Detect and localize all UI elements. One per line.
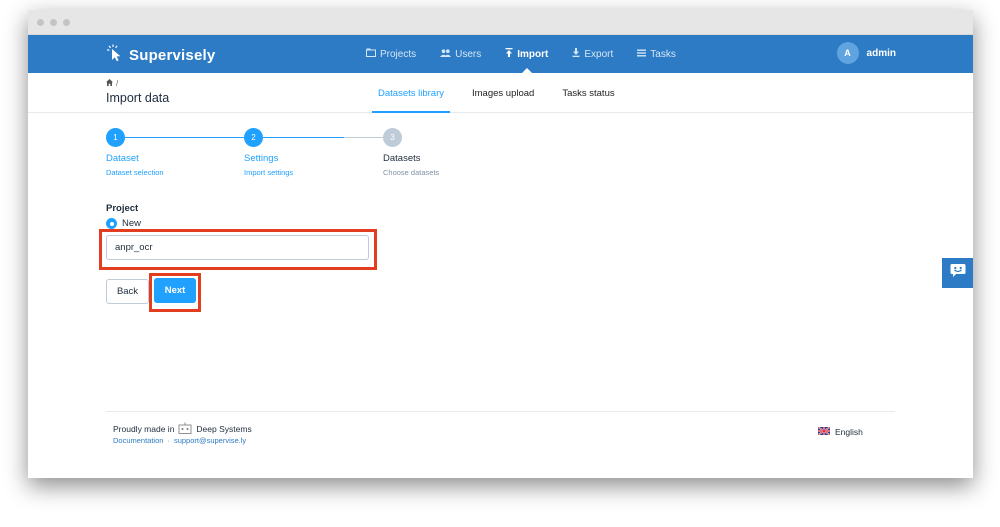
step-title: Dataset [106,153,139,164]
radio-button[interactable] [106,218,117,229]
cursor-logo-icon [106,44,124,67]
step-description: Choose datasets [383,168,440,177]
nav-item-tasks[interactable]: Tasks [637,35,676,73]
user-menu[interactable]: A admin [836,42,896,64]
step-dataset: 1 Dataset Dataset selection [106,128,164,177]
support-email-link[interactable]: support@supervise.ly [174,436,246,445]
next-button[interactable]: Next [154,278,196,303]
footer-divider [106,411,895,412]
window-minimize-dot[interactable] [50,19,57,26]
nav-item-import[interactable]: Import [505,35,548,73]
step-title: Datasets [383,153,421,164]
window-titlebar [28,10,973,35]
nav-label-export: Export [584,48,614,60]
main-nav: Projects Users Import Export Tasks [366,35,676,73]
made-in-text: Proudly made in [113,424,175,434]
export-icon [572,48,580,60]
window-close-dot[interactable] [37,19,44,26]
footer-made-in: Proudly made in Deep Systems [113,422,252,436]
nav-label-import: Import [517,48,549,60]
tab-images-upload[interactable]: Images upload [466,73,540,113]
nav-item-projects[interactable]: Projects [366,35,416,73]
step-number: 3 [383,128,402,147]
project-name-input[interactable] [106,235,369,260]
chat-support-button[interactable] [942,258,973,288]
nav-label-tasks: Tasks [650,48,676,60]
import-icon [505,48,513,60]
new-project-radio-option[interactable]: New [106,218,141,229]
step-number: 2 [244,128,263,147]
browser-window: Supervisely Projects Users Import Export… [28,10,973,478]
step-description: Dataset selection [106,168,164,177]
step-title: Settings [244,153,279,164]
nav-label-projects: Projects [380,48,417,60]
nav-item-users[interactable]: Users [440,35,481,73]
language-label[interactable]: English [835,427,863,437]
project-label: Project [106,203,139,214]
page-tabs: Datasets library Images upload Tasks sta… [372,73,637,113]
nav-label-users: Users [455,48,482,60]
footer-links: Documentation · support@supervise.ly [113,436,246,445]
nav-item-export[interactable]: Export [572,35,613,73]
window-maximize-dot[interactable] [63,19,70,26]
import-steps: 1 Dataset Dataset selection 2 Settings I… [106,128,466,188]
avatar[interactable]: A [836,42,859,64]
users-icon [440,48,452,60]
top-navbar: Supervisely Projects Users Import Export… [28,35,973,73]
tasks-icon [637,49,647,60]
breadcrumb: / [106,79,118,88]
chat-smile-icon [950,263,966,283]
step-number: 1 [106,128,125,147]
breadcrumb-separator: / [116,79,119,88]
radio-label: New [122,218,142,229]
company-name[interactable]: Deep Systems [196,424,251,434]
projects-icon [366,48,376,60]
step-description: Import settings [244,168,294,177]
step-datasets: 3 Datasets Choose datasets [383,128,439,177]
language-selector[interactable]: English [817,426,863,437]
tab-tasks-status[interactable]: Tasks status [556,73,620,113]
brand-logo[interactable]: Supervisely [106,44,215,67]
user-name[interactable]: admin [867,48,896,59]
robot-icon [178,422,192,436]
documentation-link[interactable]: Documentation [113,436,163,445]
step-settings: 2 Settings Import settings [244,128,293,177]
back-button[interactable]: Back [106,279,149,304]
uk-flag-icon [817,426,831,437]
home-icon[interactable] [106,79,113,88]
page-title: Import data [106,91,170,105]
brand-name: Supervisely [129,47,216,64]
footer-separator: · [167,436,170,445]
tab-datasets-library[interactable]: Datasets library [372,73,450,113]
page-header: / Import data Datasets library Images up… [28,73,973,113]
step-connector-2-remaining [344,136,383,138]
